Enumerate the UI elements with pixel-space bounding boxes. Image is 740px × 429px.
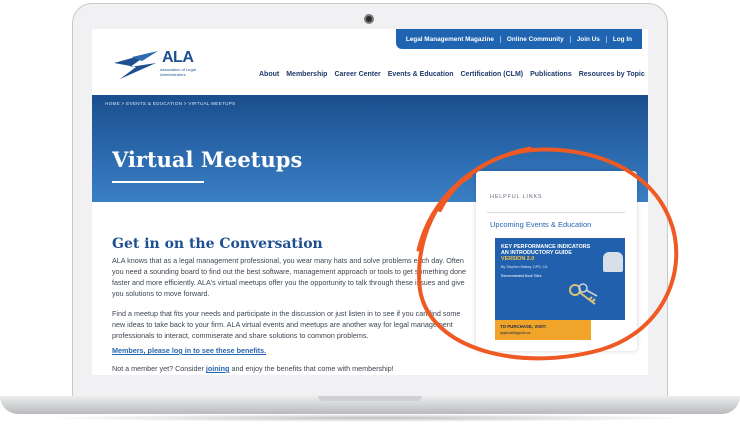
- logo-text: ALA: [162, 49, 194, 66]
- keys-icon: [569, 283, 598, 305]
- promo-cta-url[interactable]: applicabilityguide.ca: [500, 331, 530, 335]
- promo-logo-panel: [591, 320, 625, 340]
- title-underline: [112, 181, 204, 183]
- nav-item-events-education[interactable]: Events & Education: [388, 71, 454, 78]
- logo-subtitle: Association of Legal Administrators: [160, 67, 196, 77]
- promo-hand-image: [603, 252, 623, 272]
- utility-bar: Legal Management Magazine Online Communi…: [395, 29, 642, 49]
- sidebar-heading: HELPFUL LINKS: [490, 194, 543, 200]
- breadcrumb[interactable]: HOME > EVENTS & EDUCATION > VIRTUAL MEET…: [105, 101, 236, 106]
- nav-item-membership[interactable]: Membership: [286, 71, 327, 78]
- promo-cta: TO PURCHASE, VISIT:: [500, 324, 547, 329]
- section-heading: Get in on the Conversation: [112, 236, 323, 252]
- body-paragraph: Find a meetup that fits your needs and p…: [112, 309, 461, 340]
- sidebar-link-upcoming[interactable]: Upcoming Events & Education: [490, 220, 591, 229]
- nav-item-career-center[interactable]: Career Center: [334, 71, 380, 78]
- promo-blurb: Recommended Book Titles: [501, 274, 542, 278]
- topbar-link-login[interactable]: Log In: [607, 36, 638, 43]
- intro-paragraph: ALA knows that as a legal management pro…: [112, 256, 467, 298]
- sidebar-divider: [487, 212, 625, 213]
- laptop-notch: [318, 396, 422, 401]
- topbar-link-join[interactable]: Join Us: [571, 35, 607, 43]
- topbar-link-community[interactable]: Online Community: [501, 35, 571, 43]
- laptop-shadow: [38, 414, 702, 422]
- nav-item-certification[interactable]: Certification (CLM): [461, 71, 524, 78]
- page-title: Virtual Meetups: [112, 147, 303, 172]
- nav-item-publications[interactable]: Publications: [530, 71, 572, 78]
- promo-title-version: VERSION 2.0: [501, 256, 535, 262]
- promo-ad[interactable]: KEY PERFORMANCE INDICATORS AN INTRODUCTOR…: [495, 238, 625, 340]
- topbar-link-magazine[interactable]: Legal Management Magazine: [400, 35, 501, 43]
- main-nav: About Membership Career Center Events & …: [259, 71, 645, 78]
- joining-link[interactable]: joining: [206, 364, 230, 373]
- join-paragraph: Not a member yet? Consider joining and e…: [112, 364, 394, 373]
- members-login-link[interactable]: Members, please log in to see these bene…: [112, 346, 266, 355]
- camera-icon: [364, 14, 374, 24]
- nav-item-about[interactable]: About: [259, 71, 279, 78]
- promo-title-1: KEY PERFORMANCE INDICATORS AN INTRODUCTOR…: [501, 244, 591, 256]
- promo-author: By Stephen Mabey, DPS, CA: [501, 265, 548, 269]
- site-logo[interactable]: ALA Association of Legal Administrators: [112, 49, 198, 85]
- nav-item-resources[interactable]: Resources by Topic: [579, 71, 645, 78]
- promo-cta-panel: [495, 320, 591, 340]
- logo-mark-icon: [114, 51, 158, 79]
- browser-screen: Legal Management Magazine Online Communi…: [92, 29, 648, 375]
